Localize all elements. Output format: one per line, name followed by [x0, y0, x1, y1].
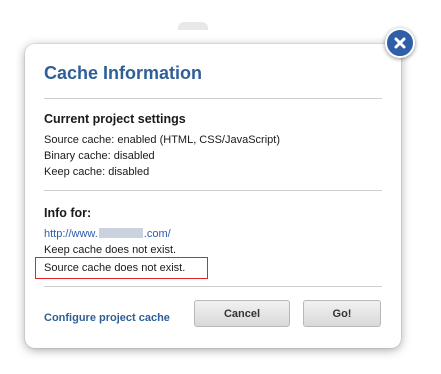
source-cache-setting: Source cache: enabled (HTML, CSS/JavaScr… [44, 134, 280, 146]
divider [44, 190, 382, 191]
background-element [178, 22, 208, 30]
divider [44, 286, 382, 287]
highlight-annotation [35, 257, 208, 279]
go-button[interactable]: Go! [303, 300, 381, 327]
redacted-domain [98, 228, 143, 238]
keep-cache-setting: Keep cache: disabled [44, 166, 150, 178]
dialog-title: Cache Information [44, 63, 203, 83]
binary-cache-setting: Binary cache: disabled [44, 150, 155, 162]
current-settings-heading: Current project settings [44, 112, 186, 126]
project-url-link[interactable]: http://www. .com/ [44, 228, 171, 240]
keep-cache-status: Keep cache does not exist. [44, 244, 177, 256]
url-suffix: .com/ [143, 228, 171, 240]
project-url: http://www. .com/ [44, 227, 171, 241]
close-icon [394, 37, 406, 49]
info-for-heading: Info for: [44, 206, 92, 220]
close-button[interactable] [385, 28, 415, 58]
url-prefix: http://www. [44, 228, 98, 240]
cancel-button[interactable]: Cancel [194, 300, 290, 327]
configure-project-cache-link[interactable]: Configure project cache [44, 312, 170, 324]
divider [44, 98, 382, 99]
